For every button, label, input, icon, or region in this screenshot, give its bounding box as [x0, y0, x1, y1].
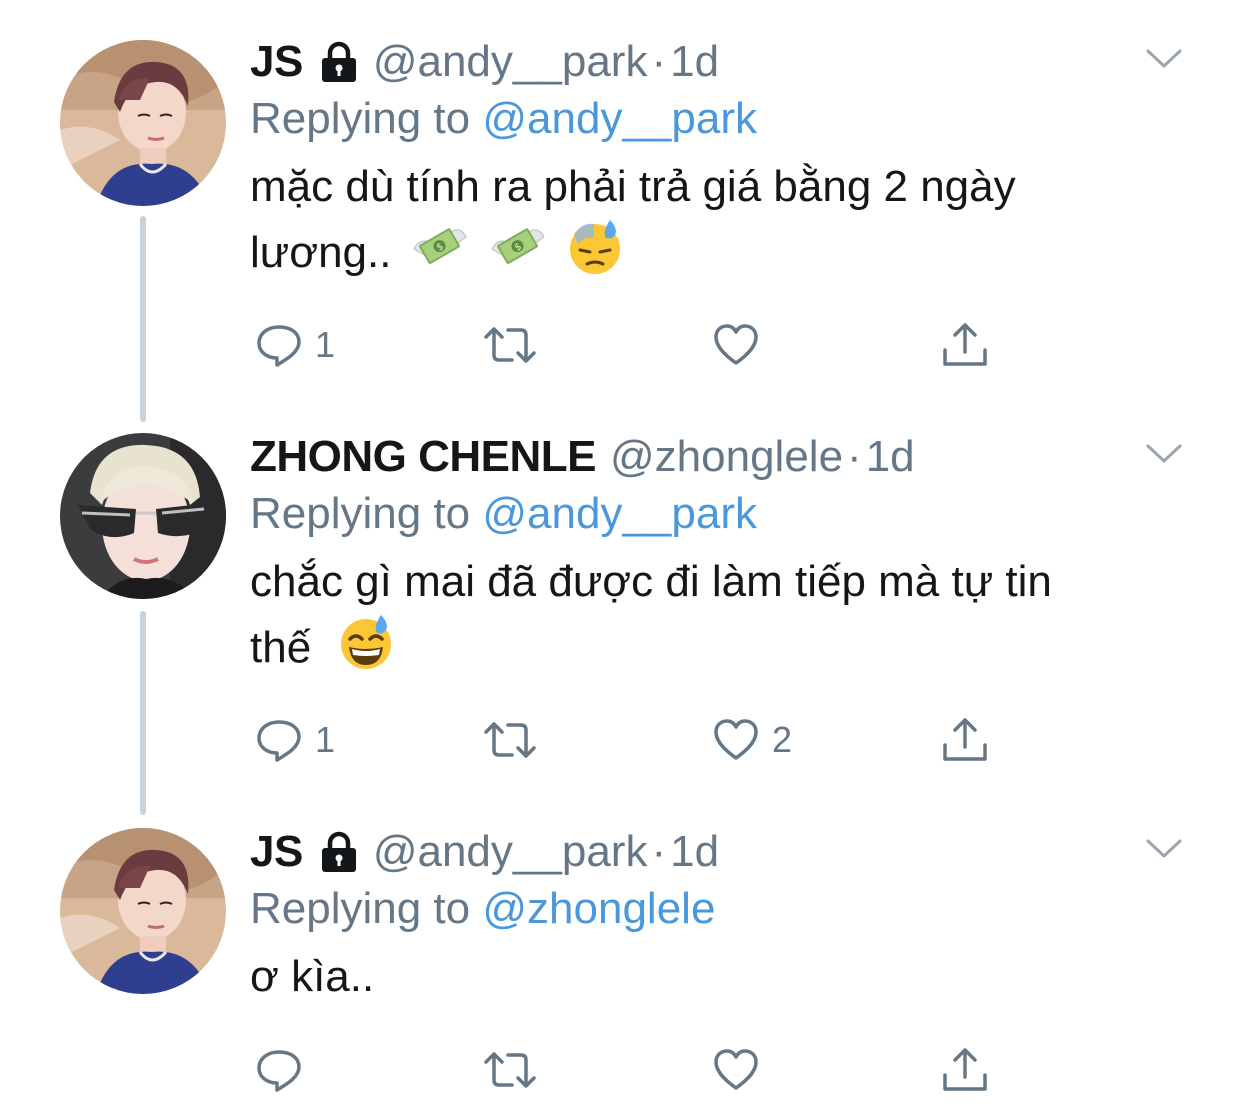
share-button[interactable] — [940, 315, 990, 375]
replying-prefix: Replying to — [250, 884, 471, 933]
tweet-text: mặc dù tính ra phải trả giá bằng 2 ngày … — [250, 156, 1150, 293]
handle[interactable]: @andy__park — [373, 827, 648, 877]
retweet-icon — [482, 1046, 538, 1094]
timestamp[interactable]: 1d — [866, 432, 915, 482]
replying-to: Replying to @andy__park — [250, 94, 757, 144]
reply-icon — [255, 1046, 303, 1094]
tweet-header: JS @andy__park · 1d — [250, 32, 719, 92]
money-with-wings-emoji: $ — [488, 219, 548, 292]
share-button[interactable] — [940, 1040, 990, 1100]
lock-icon — [319, 40, 359, 84]
handle[interactable]: @andy__park — [373, 37, 648, 87]
share-icon — [940, 320, 990, 370]
like-button[interactable] — [712, 1040, 772, 1100]
retweet-icon — [482, 716, 538, 764]
reply-count: 1 — [315, 719, 336, 760]
chevron-down-icon[interactable] — [1145, 441, 1183, 467]
handle[interactable]: @zhonglele — [610, 432, 843, 482]
reply-button[interactable]: 1 — [255, 315, 335, 375]
reply-button[interactable]: 1 — [255, 710, 335, 770]
tweet-header: ZHONG CHENLE @zhonglele · 1d — [250, 427, 915, 487]
retweet-button[interactable] — [482, 1040, 550, 1100]
replying-to-handle[interactable]: @zhonglele — [482, 884, 715, 933]
separator: · — [847, 432, 862, 481]
heart-icon — [712, 716, 760, 764]
tweet-text-line: lương.. — [250, 228, 392, 278]
tweet-actions: 1 — [0, 315, 1241, 375]
separator: · — [651, 827, 667, 876]
separator: · — [651, 37, 667, 86]
display-name[interactable]: ZHONG CHENLE — [250, 432, 597, 482]
avatar[interactable] — [60, 433, 226, 599]
grinning-sweat-face-emoji — [337, 613, 395, 688]
avatar[interactable] — [60, 828, 226, 994]
reply-button[interactable] — [255, 1040, 315, 1100]
share-icon — [940, 715, 990, 765]
heart-icon — [712, 321, 760, 369]
retweet-button[interactable] — [482, 710, 550, 770]
display-name[interactable]: JS — [250, 37, 303, 87]
like-count: 2 — [772, 719, 793, 760]
tweet-text: chắc gì mai đã được đi làm tiếp mà tự ti… — [250, 551, 1150, 688]
tweet-header: JS @andy__park · 1d — [250, 822, 719, 882]
tweet-actions — [0, 1040, 1241, 1100]
avatar[interactable] — [60, 40, 226, 206]
money-with-wings-emoji: $ — [410, 219, 470, 292]
like-button[interactable] — [712, 315, 772, 375]
tweet-text-line: thế — [250, 623, 312, 673]
replying-to: Replying to @zhonglele — [250, 884, 715, 934]
replying-to-handle[interactable]: @andy__park — [482, 94, 757, 143]
share-icon — [940, 1045, 990, 1095]
retweet-icon — [482, 321, 538, 369]
heart-icon — [712, 1046, 760, 1094]
display-name[interactable]: JS — [250, 827, 303, 877]
replying-to-handle[interactable]: @andy__park — [482, 489, 757, 538]
share-button[interactable] — [940, 710, 990, 770]
chevron-down-icon[interactable] — [1145, 836, 1183, 862]
timestamp[interactable]: 1d — [670, 37, 719, 87]
tweet-text-line: chắc gì mai đã được đi làm tiếp mà tự ti… — [250, 557, 1052, 606]
chevron-down-icon[interactable] — [1145, 46, 1183, 72]
reply-icon — [255, 716, 303, 764]
sweat-face-emoji — [566, 218, 624, 293]
tweet-text-line: ơ kìa.. — [250, 952, 375, 1001]
reply-count: 1 — [315, 324, 336, 365]
lock-icon — [319, 830, 359, 874]
timestamp[interactable]: 1d — [670, 827, 719, 877]
replying-prefix: Replying to — [250, 489, 471, 538]
like-button[interactable]: 2 — [712, 710, 792, 770]
replying-prefix: Replying to — [250, 94, 471, 143]
reply-icon — [255, 321, 303, 369]
replying-to: Replying to @andy__park — [250, 489, 757, 539]
tweet-actions: 1 2 — [0, 710, 1241, 770]
tweet-text: ơ kìa.. — [250, 946, 1150, 1008]
tweet-text-line: mặc dù tính ra phải trả giá bằng 2 ngày — [250, 162, 1016, 211]
retweet-button[interactable] — [482, 315, 550, 375]
